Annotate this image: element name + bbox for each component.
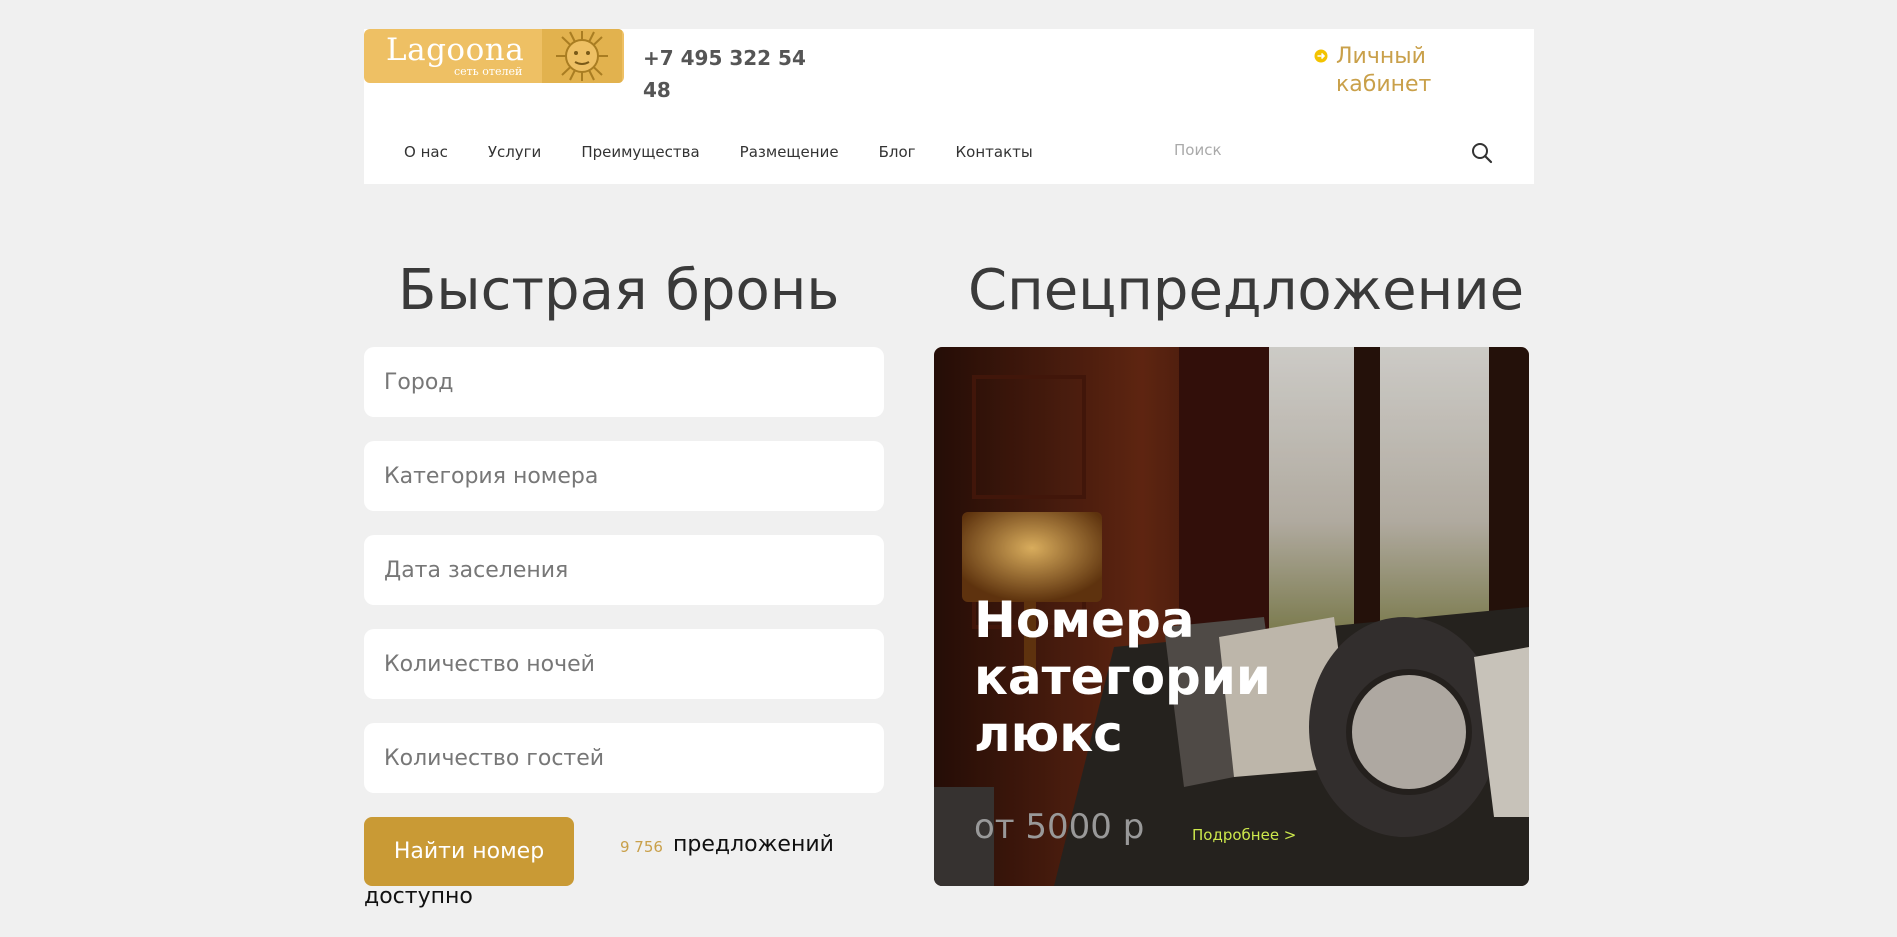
- brand-name: Lagoona: [386, 32, 525, 68]
- personal-cabinet-link[interactable]: Личный кабинет: [1314, 43, 1456, 99]
- special-offer-card[interactable]: Номера категории люкс от 5000 р Подробне…: [934, 347, 1529, 886]
- offer-price: от 5000 р: [974, 807, 1145, 847]
- arrow-circle-icon: [1314, 49, 1328, 63]
- site-header: Lagoona сеть отелей +7 495 322 54 48 Лич…: [364, 29, 1534, 184]
- personal-cabinet-label: Личный кабинет: [1336, 44, 1432, 97]
- checkin-date-field[interactable]: [364, 535, 884, 605]
- guests-count-field[interactable]: [364, 723, 884, 793]
- nights-count-field[interactable]: [364, 629, 884, 699]
- nav-item-accommodation[interactable]: Размещение: [740, 143, 839, 161]
- offers-count: 9 756: [620, 838, 663, 856]
- brand-subtitle: сеть отелей: [454, 65, 523, 78]
- sun-icon: [542, 29, 622, 83]
- nav-item-services[interactable]: Услуги: [488, 143, 541, 161]
- brand-logo[interactable]: Lagoona сеть отелей: [364, 29, 624, 83]
- nav-item-advantages[interactable]: Преимущества: [581, 143, 699, 161]
- main-nav: О нас Услуги Преимущества Размещение Бло…: [404, 143, 1073, 161]
- search-input[interactable]: [1172, 133, 1436, 167]
- offers-available-label: доступно: [364, 884, 473, 909]
- nav-item-blog[interactable]: Блог: [879, 143, 916, 161]
- room-category-field[interactable]: [364, 441, 884, 511]
- search-icon[interactable]: [1470, 141, 1494, 165]
- find-room-button[interactable]: Найти номер: [364, 817, 574, 886]
- booking-title: Быстрая бронь: [398, 258, 840, 323]
- nav-item-contacts[interactable]: Контакты: [956, 143, 1033, 161]
- offer-card-title: Номера категории люкс: [974, 591, 1271, 763]
- offer-more-link[interactable]: Подробнее >: [1192, 826, 1296, 844]
- phone-number[interactable]: +7 495 322 54 48: [643, 42, 813, 106]
- special-offer-title: Спецпредложение: [968, 258, 1525, 323]
- nav-item-about[interactable]: О нас: [404, 143, 448, 161]
- offers-label: предложений: [673, 832, 834, 857]
- city-field[interactable]: [364, 347, 884, 417]
